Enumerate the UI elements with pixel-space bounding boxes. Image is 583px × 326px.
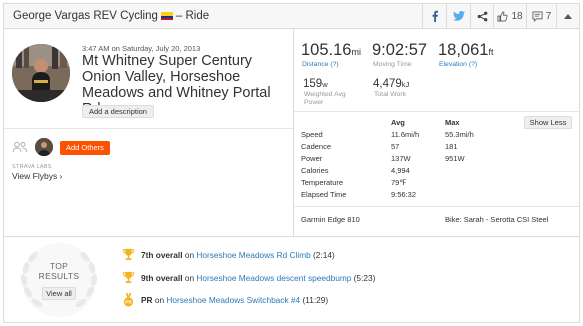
- group-member-photo: [35, 138, 53, 156]
- stats-row-power: Power 137W 951W: [301, 154, 465, 163]
- divider: [294, 206, 579, 207]
- distance-value: 105.16mi: [301, 41, 361, 59]
- view-all-results-button[interactable]: View all: [42, 287, 76, 300]
- stats-row-speed: Speed 11.6mi/h 55.3mi/h: [301, 130, 474, 139]
- stats-row-temperature: Temperature 79℉: [301, 178, 407, 187]
- activity-card: George Vargas REV Cycling – Ride 18 7 3:…: [3, 3, 580, 323]
- segment-link[interactable]: Horseshoe Meadows Rd Climb: [196, 250, 310, 260]
- activity-header: George Vargas REV Cycling – Ride 18 7: [4, 4, 579, 29]
- weighted-power-label: Weighted Avg Power: [304, 91, 346, 106]
- add-others-button[interactable]: Add Others: [60, 141, 110, 155]
- group-people-icon: [12, 141, 28, 153]
- thumbs-up-icon: [497, 11, 508, 21]
- trophy-icon: [122, 271, 135, 284]
- elevation-value: 18,061ft: [438, 41, 494, 59]
- comment-icon: [532, 11, 543, 22]
- facebook-share-button[interactable]: [422, 4, 446, 28]
- divider: [4, 236, 579, 237]
- comment-count: 7: [545, 10, 552, 22]
- strava-labs-label: STRAVA LABS: [12, 164, 52, 170]
- svg-text:PR: PR: [125, 300, 132, 305]
- divider: [4, 128, 293, 129]
- show-less-button[interactable]: Show Less: [524, 116, 572, 129]
- view-flybys-link[interactable]: View Flybys ›: [12, 171, 62, 181]
- total-work-label: Total Work: [374, 91, 406, 98]
- distance-label[interactable]: Distance (?): [302, 61, 339, 68]
- pr-medal-icon: PR: [123, 293, 134, 307]
- kudos-button[interactable]: 18: [493, 4, 526, 28]
- share-icon: [477, 11, 487, 21]
- facebook-icon: [432, 10, 438, 22]
- activity-type: – Ride: [175, 10, 210, 22]
- avg-column-header: Avg: [391, 118, 405, 127]
- stats-row-calories: Calories 4,994: [301, 166, 410, 175]
- caret-up-icon: [564, 14, 572, 19]
- total-work-value: 4,479kJ: [373, 78, 410, 90]
- athlete-avatar[interactable]: [12, 44, 70, 102]
- divider: [294, 111, 579, 112]
- stats-row-cadence: Cadence 57 181: [301, 142, 458, 151]
- comments-button[interactable]: 7: [526, 4, 556, 28]
- bike-name[interactable]: Bike: Sarah - Serotta CSI Steel: [445, 215, 548, 224]
- share-button[interactable]: [470, 4, 493, 28]
- top-results-title: TOP RESULTS: [38, 261, 80, 281]
- activity-heading: George Vargas REV Cycling – Ride: [13, 10, 209, 22]
- elevation-label[interactable]: Elevation (?): [439, 61, 477, 68]
- group-member-avatar[interactable]: [35, 138, 53, 156]
- moving-time-value: 9:02:57: [372, 41, 428, 59]
- kudos-count: 18: [511, 10, 523, 22]
- athlete-photo: [12, 44, 70, 102]
- twitter-share-button[interactable]: [446, 4, 470, 28]
- colombia-flag-icon: [160, 12, 173, 20]
- segment-link[interactable]: Horseshoe Meadows Switchback #4: [166, 295, 300, 305]
- more-options-button[interactable]: [556, 4, 579, 28]
- athlete-name-link[interactable]: George Vargas REV Cycling: [13, 10, 158, 22]
- stats-row-elapsed-time: Elapsed Time 9:56:32: [301, 190, 417, 199]
- activity-date: 3:47 AM on Saturday, July 20, 2013: [82, 44, 201, 53]
- add-description-button[interactable]: Add a description: [82, 105, 154, 118]
- device-name: Garmin Edge 810: [301, 215, 360, 224]
- max-column-header: Max: [445, 118, 460, 127]
- weighted-power-value: 159w: [303, 78, 328, 90]
- moving-time-label: Moving Time: [373, 61, 412, 68]
- twitter-icon: [452, 11, 465, 21]
- column-divider: [293, 29, 294, 236]
- trophy-icon: [122, 248, 135, 261]
- segment-link[interactable]: Horseshoe Meadows descent speedbump: [196, 273, 351, 283]
